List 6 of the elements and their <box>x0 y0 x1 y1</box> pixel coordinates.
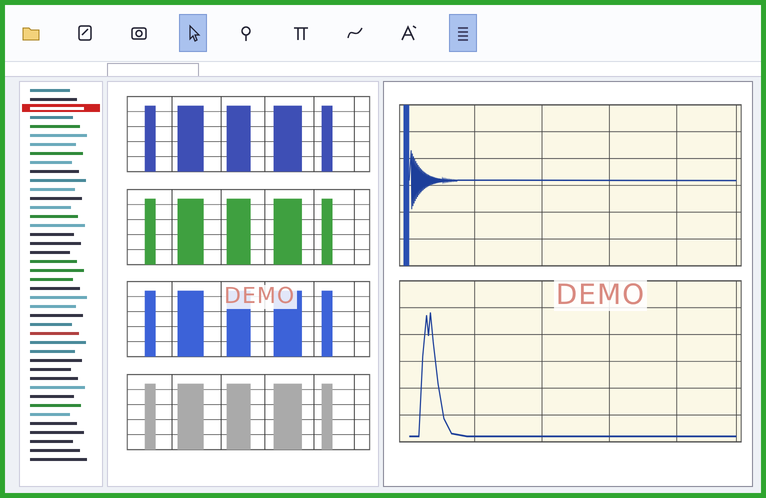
watermark-text: DEMO <box>554 280 648 311</box>
letter-icon <box>399 23 419 43</box>
watermark-text: DEMO <box>222 285 298 310</box>
tree-row[interactable] <box>22 104 100 112</box>
cursor-tool-button[interactable] <box>179 14 207 52</box>
list-tool-button[interactable] <box>449 14 477 52</box>
